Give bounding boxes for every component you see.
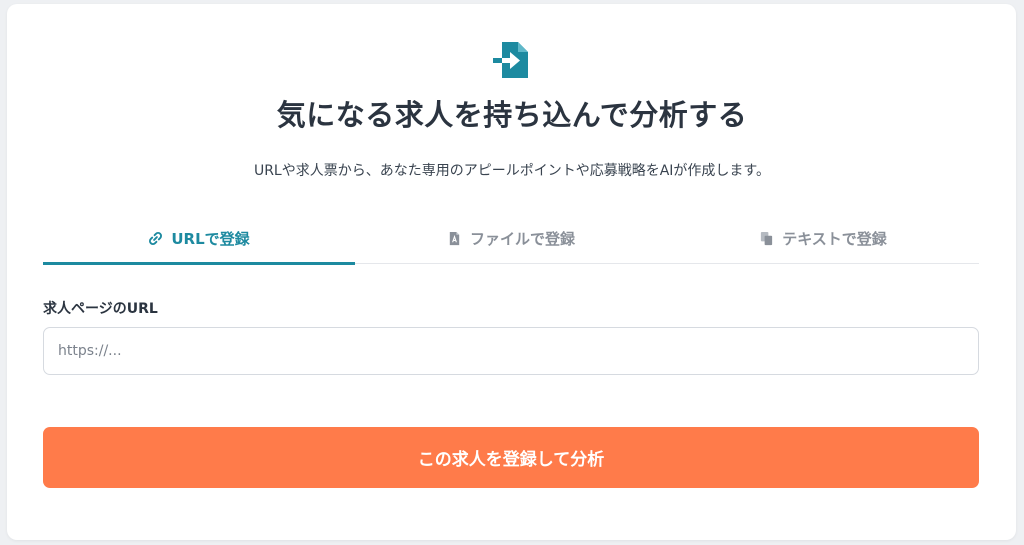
tab-url-label: URLで登録 [171,230,250,248]
page-subtitle: URLや求人票から、あなた専用のアピールポイントや応募戦略をAIが作成します。 [253,163,771,179]
copy-icon [761,231,773,246]
file-import-icon [490,39,532,81]
tab-file-label: ファイルで登録 [469,230,575,248]
registration-tabs: URLで登録 ファイルで登録 テキストで登録 [43,214,979,265]
url-field-label: 求人ページのURL [43,301,158,317]
tab-url[interactable]: URLで登録 [43,214,355,265]
tab-file[interactable]: ファイルで登録 [355,214,667,263]
page-title: 気になる求人を持ち込んで分析する [276,98,748,132]
register-and-analyze-button[interactable]: この求人を登録して分析 [43,427,979,488]
tab-text-label: テキストで登録 [782,230,887,248]
tab-text[interactable]: テキストで登録 [667,214,979,263]
file-pdf-icon [449,231,460,246]
link-icon [149,232,163,245]
url-input[interactable] [43,327,979,375]
